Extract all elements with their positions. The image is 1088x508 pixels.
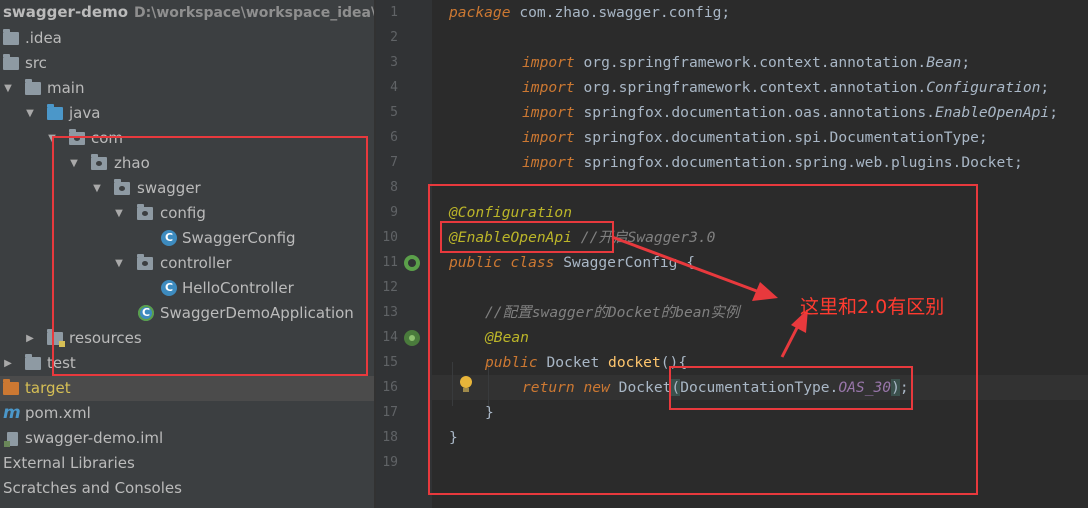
line-number: 1 [390, 5, 398, 20]
tree-item-idea[interactable]: .idea [0, 26, 374, 51]
tree-item-iml[interactable]: swagger-demo.iml [0, 426, 374, 451]
line-number: 16 [382, 380, 398, 395]
excluded-folder-icon [3, 379, 19, 395]
code-line-5: import springfox.documentation.oas.annot… [522, 104, 1058, 121]
module-file-icon [4, 432, 18, 447]
tree-item-main[interactable]: ▼ main [0, 76, 374, 101]
folder-icon [3, 29, 19, 45]
line-number: 6 [390, 130, 398, 145]
code-line-1: package com.zhao.swagger.config; [449, 4, 731, 21]
tree-item-target[interactable]: target [0, 376, 374, 401]
folder-icon [25, 354, 41, 370]
folder-icon [3, 54, 19, 70]
editor-gutter: 1 2 3 4 5 6 7 8 9 10 11 12 13 14 15 16 1… [376, 0, 445, 508]
tree-item-java[interactable]: ▼ java [0, 101, 374, 126]
project-root-name: swagger-demo [3, 3, 129, 21]
code-line-6: import springfox.documentation.spi.Docum… [522, 129, 988, 146]
source-folder-icon [47, 104, 63, 120]
tree-item-scratches[interactable]: Scratches and Consoles [0, 476, 374, 501]
chevron-down-icon[interactable]: ▼ [2, 76, 14, 101]
folder-icon [25, 79, 41, 95]
bean-gutter-icon[interactable] [404, 330, 420, 346]
code-line-7: import springfox.documentation.spring.we… [522, 154, 1023, 171]
tree-item-external-libraries[interactable]: External Libraries [0, 451, 374, 476]
line-number: 17 [382, 405, 398, 420]
line-number: 14 [382, 330, 398, 345]
line-number: 3 [390, 55, 398, 70]
line-number: 4 [390, 80, 398, 95]
annotation-note: 这里和2.0有区别 [800, 296, 945, 318]
chevron-right-icon[interactable]: ▶ [24, 326, 36, 351]
line-number: 11 [382, 255, 398, 270]
line-number: 19 [382, 455, 398, 470]
line-number: 8 [390, 180, 398, 195]
maven-icon: m [3, 403, 21, 423]
line-number: 12 [382, 280, 398, 295]
line-number: 15 [382, 355, 398, 370]
project-root-path: D:\workspace\workspace_idea\java [134, 5, 374, 21]
code-line-3: import org.springframework.context.annot… [522, 54, 971, 71]
run-gutter-icon[interactable] [404, 255, 420, 271]
annotation-box-tree [52, 136, 368, 376]
line-number: 9 [390, 205, 398, 220]
line-number: 10 [382, 230, 398, 245]
tree-item-src[interactable]: src [0, 51, 374, 76]
tree-item-pom[interactable]: m pom.xml [0, 401, 374, 426]
code-line-4: import org.springframework.context.annot… [522, 79, 1050, 96]
line-number: 2 [390, 30, 398, 45]
line-number: 7 [390, 155, 398, 170]
chevron-down-icon[interactable]: ▼ [24, 101, 36, 126]
line-number: 5 [390, 105, 398, 120]
annotation-box-oas30 [669, 366, 913, 410]
annotation-box-enableopenapi [440, 221, 614, 253]
line-number: 13 [382, 305, 398, 320]
chevron-right-icon[interactable]: ▶ [2, 351, 14, 376]
tree-root-swagger-demo[interactable]: swagger-demo D:\workspace\workspace_idea\… [0, 0, 374, 25]
line-number: 18 [382, 430, 398, 445]
